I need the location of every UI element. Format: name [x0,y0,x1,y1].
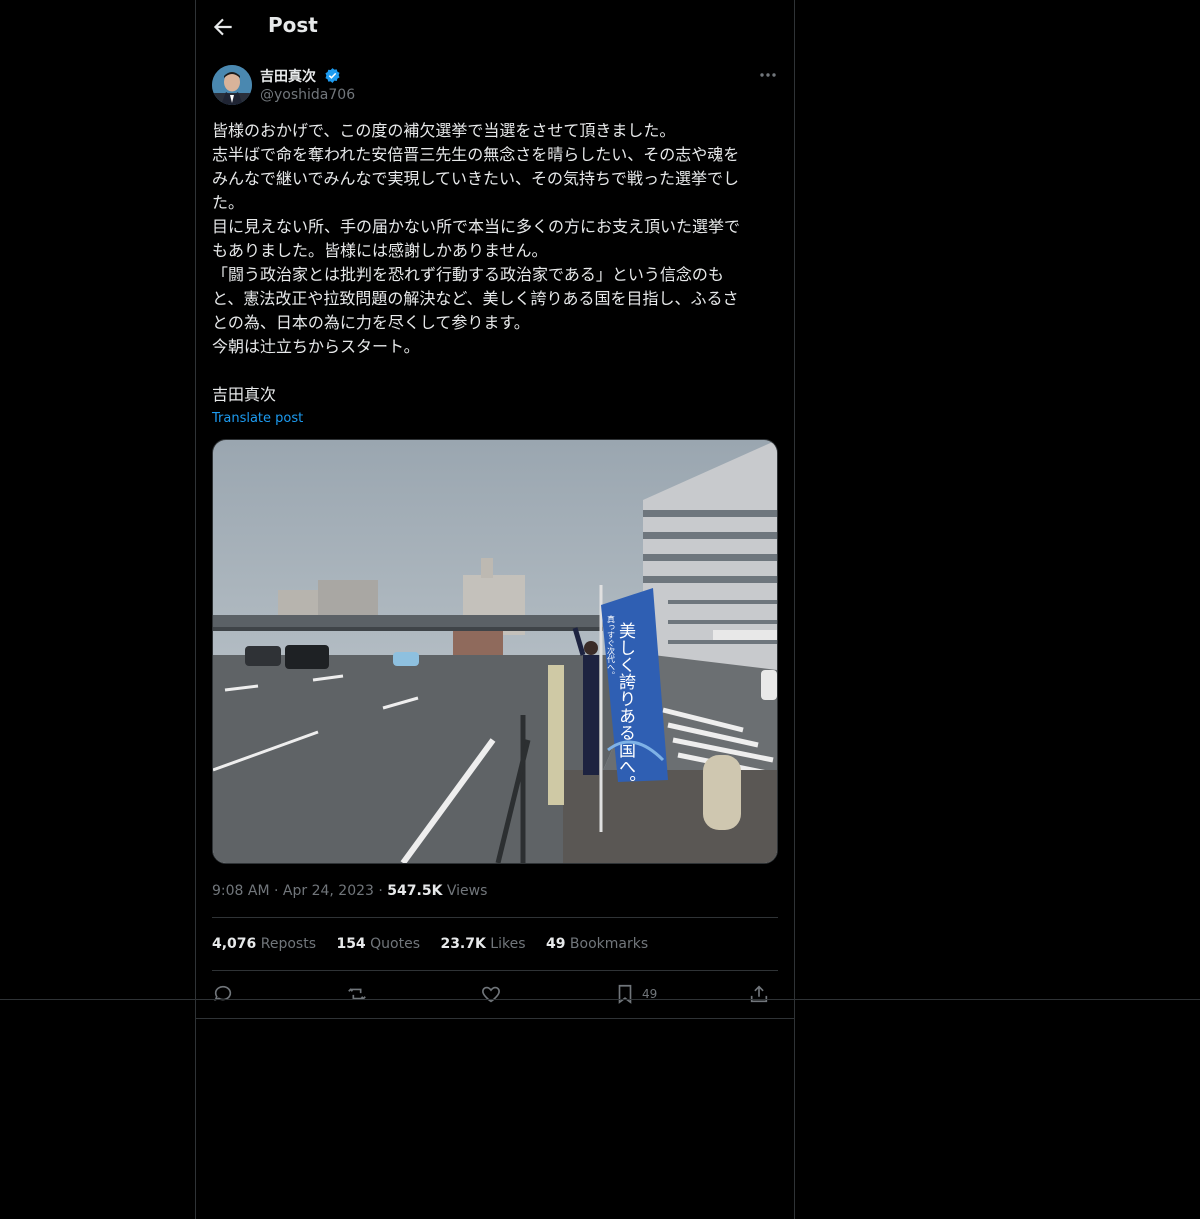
main-column: Post 吉田真次 @yoshida706 皆様のおかげで、この度の補欠選挙で当… [195,0,795,1219]
post-time[interactable]: 9:08 AM [212,883,270,899]
more-icon [760,73,776,77]
post-meta: 9:08 AM · Apr 24, 2023 · 547.5K Views [212,883,487,899]
svg-text:真っすぐ次代へ。: 真っすぐ次代へ。 [607,614,616,679]
meta-separator: · [378,883,383,899]
bookmark-icon [618,984,632,1004]
meta-separator: · [274,883,279,899]
reply-button[interactable] [212,982,234,1006]
views-count: 547.5K [387,883,443,899]
repost-button[interactable] [346,982,368,1006]
top-bar: Post [196,0,794,54]
reply-icon [214,985,232,1001]
back-button[interactable] [210,14,236,40]
action-bar: 49 [212,982,778,1006]
like-button[interactable] [480,982,502,1006]
likes-count: 23.7K [440,936,486,952]
bookmarks-stat[interactable]: 49 Bookmarks [546,936,648,952]
translate-post-link[interactable]: Translate post [212,411,303,426]
post-media-photo[interactable]: 美しく誇りある国へ。 真っすぐ次代へ。 [212,439,778,864]
share-button[interactable] [748,982,770,1006]
overlay-divider [0,999,1200,1000]
quotes-stat[interactable]: 154 Quotes [336,936,420,952]
reposts-label: Reposts [260,936,316,952]
avatar-photo [212,65,252,105]
author-name[interactable]: 吉田真次 [260,66,316,86]
views-label: Views [446,883,488,899]
quotes-count: 154 [336,936,366,952]
repost-icon [348,988,366,1000]
bookmark-button[interactable]: 49 [614,982,657,1006]
likes-label: Likes [490,936,526,952]
share-icon [750,985,768,1003]
like-icon [482,986,500,1003]
author-handle[interactable]: @yoshida706 [260,87,355,103]
bookmarks-count: 49 [545,936,566,952]
more-button[interactable] [758,65,778,85]
svg-text:美しく誇りある国へ。: 美しく誇りある国へ。 [615,622,636,792]
likes-stat[interactable]: 23.7K Likes [440,936,525,952]
post-text: 皆様のおかげで、この度の補欠選挙で当選をさせて頂きました。 志半ばで命を奪われた… [212,121,741,404]
reposts-stat[interactable]: 4,076 Reposts [212,936,316,952]
post-date[interactable]: Apr 24, 2023 [283,883,374,899]
bookmarks-label: Bookmarks [569,936,649,952]
divider [212,917,778,918]
divider [196,1018,794,1019]
divider [212,970,778,971]
street-photo: 美しく誇りある国へ。 真っすぐ次代へ。 [213,440,777,863]
verified-badge-icon [325,68,340,83]
quotes-label: Quotes [370,936,420,952]
engagement-stats: 4,076 Reposts 154 Quotes 23.7K Likes 49 … [212,936,664,952]
back-arrow-icon [213,18,232,36]
reposts-count: 4,076 [212,936,257,952]
page-title: Post [268,13,318,37]
avatar[interactable] [212,65,252,105]
